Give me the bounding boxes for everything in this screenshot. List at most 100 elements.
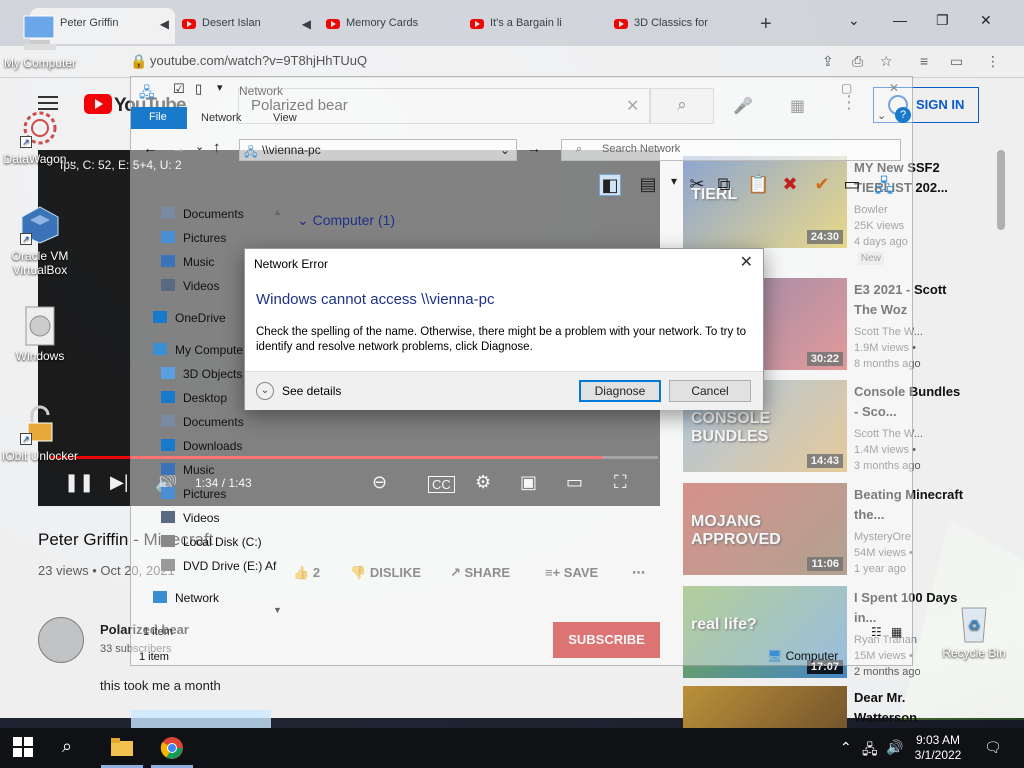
checkmark-icon[interactable]: ✔ [811, 174, 833, 196]
next-icon[interactable]: ▶| [110, 472, 129, 493]
address-path-field[interactable]: 🖧 \\vienna-pc ⌄ [239, 139, 517, 161]
network-ribbon-tab[interactable]: Network [201, 112, 241, 124]
forward-arrow-icon[interactable]: → [171, 140, 186, 157]
tab-search-icon[interactable]: ⌄ [848, 12, 860, 29]
properties-icon[interactable]: ☑ [173, 81, 185, 97]
desktop-icon-my-computer[interactable]: My Computer [0, 12, 80, 70]
large-icons-view-icon[interactable]: ▦ [891, 625, 902, 639]
nav-item-pictures[interactable]: Pictures [161, 487, 226, 501]
nav-item-desktop[interactable]: Desktop [161, 391, 227, 405]
dialog-message: Check the spelling of the name. Otherwis… [256, 326, 747, 353]
nav-item-videos[interactable]: Videos [161, 279, 219, 293]
help-icon[interactable]: ? [895, 107, 911, 123]
browser-tab[interactable]: Memory Cards [316, 8, 461, 44]
copy-icon[interactable]: ⧉ [713, 174, 735, 196]
desktop-icon-windows[interactable]: Windows [0, 305, 80, 363]
nav-item-documents[interactable]: Documents [161, 415, 244, 429]
profile-icon[interactable]: ▭ [950, 53, 963, 70]
cut-icon[interactable]: ✂ [686, 174, 708, 196]
bookmark-star-icon[interactable]: ☆ [880, 53, 893, 70]
nav-item-local-disk-c[interactable]: Local Disk (C:) [161, 535, 262, 549]
desktop-icon-iobit-unlocker[interactable]: ↗ IObit Unlocker [0, 405, 80, 463]
nav-item-network[interactable]: Network [153, 591, 219, 605]
notifications-icon[interactable]: 🗨 [984, 739, 1002, 756]
dialog-heading: Windows cannot access \\vienna-pc [256, 291, 495, 308]
preview-pane-icon[interactable]: ◧ [599, 174, 621, 196]
start-button[interactable] [12, 736, 36, 760]
share-icon[interactable]: ⇪ [822, 53, 834, 70]
details-pane-icon[interactable]: ▤ [637, 174, 659, 196]
path-dropdown-icon[interactable]: ⌄ [500, 143, 510, 157]
nav-item-my-compute[interactable]: My Compute [153, 343, 243, 357]
delete-icon[interactable]: ✖ [779, 174, 801, 196]
browser-tab[interactable]: 3D Classics for [604, 8, 749, 44]
chrome-taskbar-icon[interactable] [160, 736, 184, 760]
close-explorer-button[interactable]: ✕ [889, 81, 899, 95]
show-hidden-icons-icon[interactable]: ⌃ [840, 739, 852, 756]
network-tray-icon[interactable]: 🖧 [862, 739, 878, 763]
properties-icon[interactable]: ▭ [841, 174, 863, 196]
desktop-icon-datawagon[interactable]: ↗ DataWagon... [0, 108, 80, 166]
install-icon[interactable]: ⎙ [852, 53, 863, 70]
channel-avatar[interactable] [38, 617, 84, 663]
recommendation-upload-age: 2 months ago [854, 666, 921, 678]
file-ribbon-tab[interactable]: File [131, 107, 187, 129]
lock-icon[interactable]: 🔒 [130, 53, 147, 70]
browser-tab[interactable]: Desert Islan ◀ [172, 8, 317, 44]
details-view-icon[interactable]: ☷ [871, 625, 882, 639]
network-share-icon[interactable]: 🖧 [873, 174, 895, 196]
close-window-button[interactable]: ✕ [980, 12, 992, 29]
video-description: this took me a month [100, 678, 221, 693]
virtualbox-icon: ↗ [20, 205, 60, 245]
back-arrow-icon[interactable]: ← [143, 140, 158, 157]
view-ribbon-tab[interactable]: View [273, 112, 297, 124]
browser-menu-icon[interactable]: ⋮ [986, 53, 1000, 70]
nav-item-downloads[interactable]: Downloads [161, 439, 242, 453]
nav-item-documents[interactable]: Documents [161, 207, 244, 221]
nav-item-music[interactable]: Music [161, 463, 214, 477]
taskbar-clock[interactable]: 9:03 AM 3/1/2022 [906, 733, 970, 763]
browser-tab[interactable]: It's a Bargain li [460, 8, 605, 44]
layout-dropdown-icon[interactable]: ▾ [663, 174, 685, 196]
minimize-button[interactable]: — [893, 12, 907, 28]
up-arrow-icon[interactable]: ↑ [213, 139, 221, 156]
search-icon[interactable]: ⌕ [62, 736, 86, 760]
new-folder-icon[interactable]: ▯ [195, 81, 202, 97]
see-details-toggle[interactable]: See details [282, 384, 341, 398]
mute-icon[interactable]: ◀ [302, 17, 311, 31]
url-field[interactable]: youtube.com/watch?v=9T8hjHhTUuQ [150, 53, 367, 68]
volume-tray-icon[interactable]: 🔊 [886, 739, 903, 756]
qat-dropdown-icon[interactable]: ▾ [217, 81, 223, 94]
page-scrollbar[interactable] [997, 150, 1005, 230]
paste-icon[interactable]: 📋 [747, 174, 769, 196]
nav-item-3d-objects[interactable]: 3D Objects [161, 367, 242, 381]
nav-item-pictures[interactable]: Pictures [161, 231, 226, 245]
diagnose-button[interactable]: Diagnose [579, 380, 661, 402]
nav-item-label: Downloads [183, 439, 243, 453]
go-arrow-icon[interactable]: → [527, 140, 541, 156]
file-explorer-taskbar-icon[interactable] [110, 736, 134, 760]
chevron-down-icon[interactable]: ⌄ [256, 382, 274, 400]
search-icon: ⌕ [576, 143, 583, 155]
cancel-button[interactable]: Cancel [669, 380, 751, 402]
nav-item-onedrive[interactable]: OneDrive [153, 311, 226, 325]
nav-item-music[interactable]: Music [161, 255, 214, 269]
group-header[interactable]: ⌄ Computer (1) [297, 212, 395, 229]
maximize-explorer-button[interactable]: ▢ [841, 81, 852, 95]
mute-icon[interactable]: ◀ [160, 17, 169, 31]
pause-icon[interactable]: ❚❚ [64, 472, 94, 493]
reading-list-icon[interactable]: ≡ [920, 53, 928, 69]
close-icon[interactable]: ✕ [740, 252, 753, 272]
desktop-icon-recycle-bin[interactable]: ♻ Recycle Bin [934, 602, 1014, 660]
maximize-button[interactable]: ❐ [936, 12, 949, 29]
recent-locations-icon[interactable]: ⌄ [195, 140, 204, 153]
expand-ribbon-icon[interactable]: ⌄ [877, 109, 886, 122]
new-tab-button[interactable]: + [760, 13, 772, 36]
computer-item[interactable]: 🖥 Computer [767, 649, 838, 663]
nav-item-dvd-drive-e-af[interactable]: DVD Drive (E:) Af [161, 559, 276, 573]
pane-scroll-up-icon[interactable]: ▲ [273, 207, 282, 217]
nav-item-videos[interactable]: Videos [161, 511, 219, 525]
explorer-search-field[interactable]: ⌕ Search Network [561, 139, 901, 161]
pane-scroll-down-icon[interactable]: ▼ [273, 605, 282, 615]
desktop-icon-virtualbox[interactable]: ↗ Oracle VM VirtualBox [0, 205, 80, 277]
